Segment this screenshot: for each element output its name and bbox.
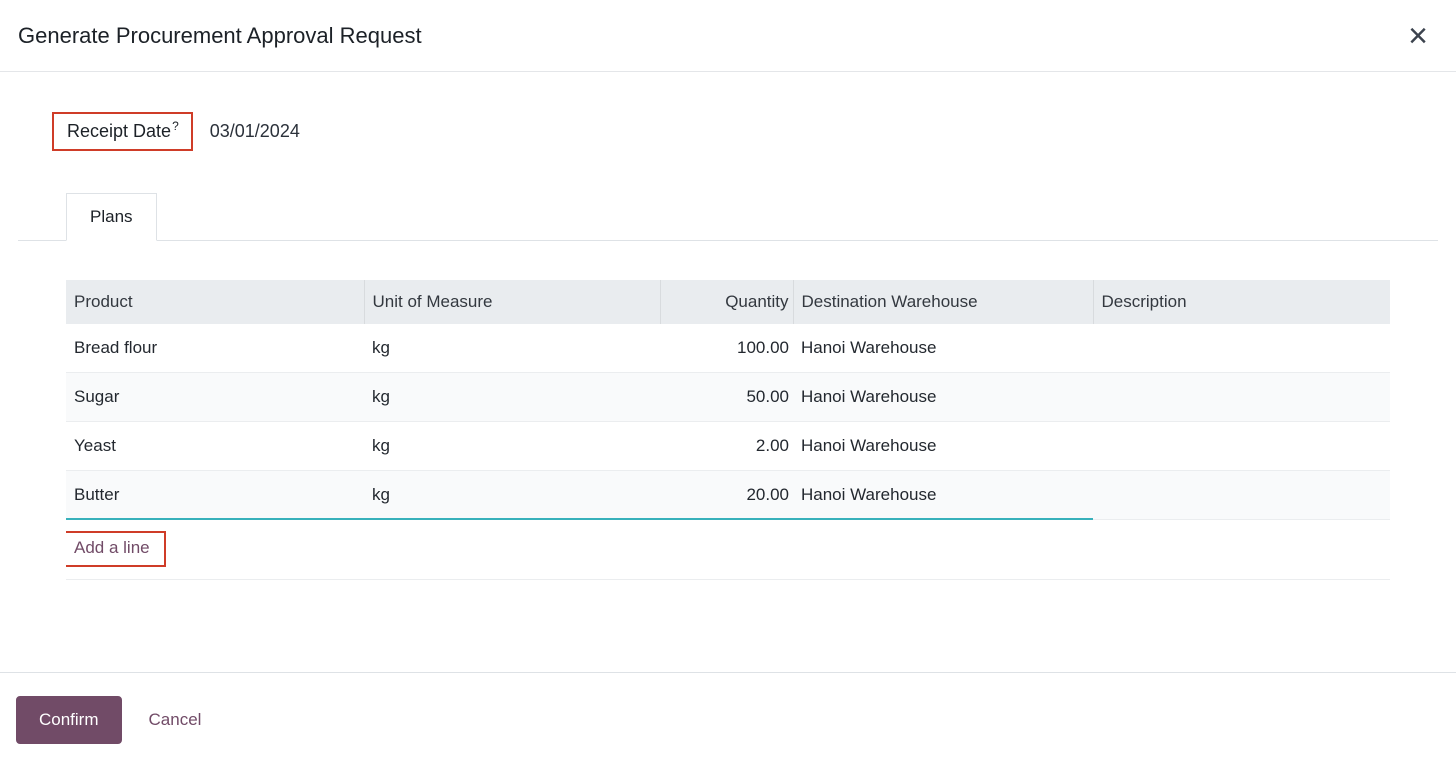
column-header-destination-warehouse[interactable]: Destination Warehouse xyxy=(793,280,1093,324)
cell-description[interactable] xyxy=(1093,471,1390,520)
cell-description[interactable] xyxy=(1093,324,1390,373)
column-header-quantity[interactable]: Quantity xyxy=(660,280,793,324)
dialog-footer: Confirm Cancel xyxy=(0,672,1456,766)
confirm-button[interactable]: Confirm xyxy=(16,696,122,744)
table-row: Sugar kg 50.00 Hanoi Warehouse xyxy=(66,373,1390,422)
cell-quantity[interactable]: 50.00 xyxy=(660,373,793,422)
cell-quantity[interactable]: 100.00 xyxy=(660,324,793,373)
tab-plans[interactable]: Plans xyxy=(66,193,157,241)
add-line-highlight: Add a line xyxy=(66,531,166,567)
cell-unit-of-measure[interactable]: kg xyxy=(364,373,660,422)
receipt-date-label-text: Receipt Date xyxy=(67,121,171,141)
cell-product[interactable]: Yeast xyxy=(66,422,364,471)
column-header-description[interactable]: Description xyxy=(1093,280,1390,324)
table-row: Yeast kg 2.00 Hanoi Warehouse xyxy=(66,422,1390,471)
add-line-button[interactable]: Add a line xyxy=(74,538,150,557)
close-icon[interactable]: × xyxy=(1404,19,1432,53)
cell-destination-warehouse[interactable]: Hanoi Warehouse xyxy=(793,471,1093,520)
plans-table: Product Unit of Measure Quantity Destina… xyxy=(66,280,1390,580)
dialog-header: Generate Procurement Approval Request × xyxy=(0,0,1456,72)
receipt-date-value[interactable]: 03/01/2024 xyxy=(210,121,300,142)
cell-description[interactable] xyxy=(1093,422,1390,471)
column-header-product[interactable]: Product xyxy=(66,280,364,324)
cell-quantity[interactable]: 20.00 xyxy=(660,471,793,520)
table-row: Bread flour kg 100.00 Hanoi Warehouse xyxy=(66,324,1390,373)
table-header-row: Product Unit of Measure Quantity Destina… xyxy=(66,280,1390,324)
cell-quantity[interactable]: 2.00 xyxy=(660,422,793,471)
table-row: Butter kg 20.00 Hanoi Warehouse xyxy=(66,471,1390,520)
cell-destination-warehouse[interactable]: Hanoi Warehouse xyxy=(793,373,1093,422)
cell-unit-of-measure[interactable]: kg xyxy=(364,422,660,471)
dialog-body: Receipt Date? 03/01/2024 Plans Product U… xyxy=(0,72,1456,672)
cell-destination-warehouse[interactable]: Hanoi Warehouse xyxy=(793,422,1093,471)
cell-product[interactable]: Sugar xyxy=(66,373,364,422)
add-line-row: Add a line xyxy=(66,519,1390,580)
cell-unit-of-measure[interactable]: kg xyxy=(364,471,660,520)
cell-product[interactable]: Bread flour xyxy=(66,324,364,373)
cell-description[interactable] xyxy=(1093,373,1390,422)
help-question-icon: ? xyxy=(172,119,179,133)
notebook-tabs: Plans xyxy=(18,193,1438,241)
column-header-unit-of-measure[interactable]: Unit of Measure xyxy=(364,280,660,324)
cell-unit-of-measure[interactable]: kg xyxy=(364,324,660,373)
cell-product[interactable]: Butter xyxy=(66,471,364,520)
cancel-button[interactable]: Cancel xyxy=(149,710,202,730)
receipt-date-label: Receipt Date? xyxy=(52,112,193,151)
cell-destination-warehouse[interactable]: Hanoi Warehouse xyxy=(793,324,1093,373)
dialog-title: Generate Procurement Approval Request xyxy=(18,23,422,49)
receipt-date-field: Receipt Date? 03/01/2024 xyxy=(52,112,1438,151)
